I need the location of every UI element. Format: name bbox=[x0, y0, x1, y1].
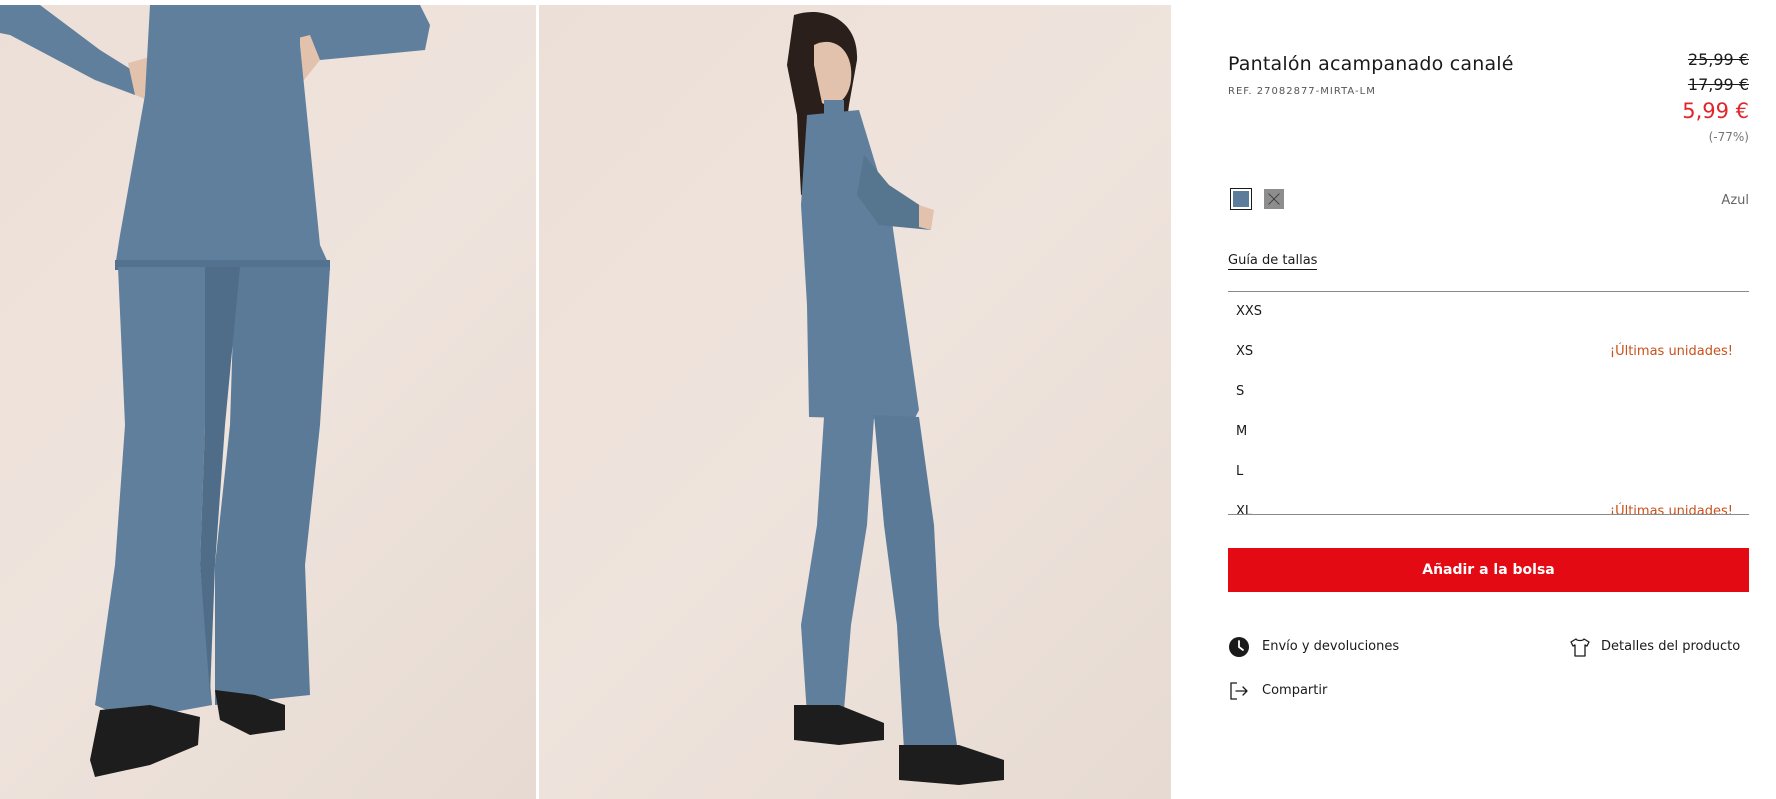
tshirt-icon bbox=[1570, 638, 1590, 657]
share-link[interactable]: Compartir bbox=[1228, 680, 1348, 706]
size-label: XL bbox=[1236, 504, 1253, 515]
clock-icon bbox=[1229, 637, 1249, 657]
size-label: L bbox=[1236, 464, 1244, 479]
price-current: 5,99 € bbox=[1682, 99, 1749, 123]
size-option-xxs[interactable]: XXS bbox=[1228, 292, 1749, 332]
share-label: Compartir bbox=[1262, 683, 1328, 698]
color-swatch-blue-fill bbox=[1233, 191, 1249, 207]
product-details-label: Detalles del producto bbox=[1601, 639, 1741, 654]
product-photo-front-closeup[interactable] bbox=[0, 5, 536, 799]
color-swatch-blue[interactable] bbox=[1230, 188, 1252, 210]
product-details-link[interactable]: Detalles del producto bbox=[1569, 636, 1749, 662]
size-option-s[interactable]: S bbox=[1228, 372, 1749, 412]
unavailable-cross-icon bbox=[1268, 193, 1280, 205]
price-previous: 17,99 € bbox=[1687, 75, 1749, 94]
model-legs-illustration bbox=[0, 5, 430, 777]
selected-color-name: Azul bbox=[1721, 193, 1749, 208]
size-list[interactable]: XXS XS ¡Últimas unidades! S M L XL ¡Últi… bbox=[1228, 291, 1749, 515]
size-option-xl[interactable]: XL ¡Últimas unidades! bbox=[1228, 492, 1749, 515]
size-stock-note: ¡Últimas unidades! bbox=[1609, 344, 1733, 359]
model-full-body-illustration bbox=[787, 12, 1004, 785]
discount-badge: (-77%) bbox=[1708, 130, 1749, 144]
price-original: 25,99 € bbox=[1687, 50, 1749, 69]
product-title: Pantalón acampanado canalé bbox=[1228, 53, 1514, 75]
product-reference: REF. 27082877-MIRTA-LM bbox=[1228, 86, 1376, 97]
size-option-xs[interactable]: XS ¡Últimas unidades! bbox=[1228, 332, 1749, 372]
product-photo-full-body[interactable] bbox=[539, 5, 1171, 799]
size-label: M bbox=[1236, 424, 1248, 439]
shipping-returns-link[interactable]: Envío y devoluciones bbox=[1228, 636, 1428, 662]
color-swatch-grey-unavailable[interactable] bbox=[1264, 189, 1284, 209]
product-info-panel: Pantalón acampanado canalé REF. 27082877… bbox=[1228, 0, 1749, 799]
add-to-bag-button[interactable]: Añadir a la bolsa bbox=[1228, 548, 1749, 592]
size-label: XS bbox=[1236, 344, 1254, 359]
size-option-m[interactable]: M bbox=[1228, 412, 1749, 452]
shipping-returns-label: Envío y devoluciones bbox=[1262, 639, 1400, 654]
size-label: XXS bbox=[1236, 304, 1263, 319]
size-label: S bbox=[1236, 384, 1245, 399]
size-guide-link[interactable]: Guía de tallas bbox=[1228, 253, 1318, 270]
size-stock-note: ¡Últimas unidades! bbox=[1609, 504, 1733, 515]
size-option-l[interactable]: L bbox=[1228, 452, 1749, 492]
share-icon bbox=[1230, 682, 1248, 700]
